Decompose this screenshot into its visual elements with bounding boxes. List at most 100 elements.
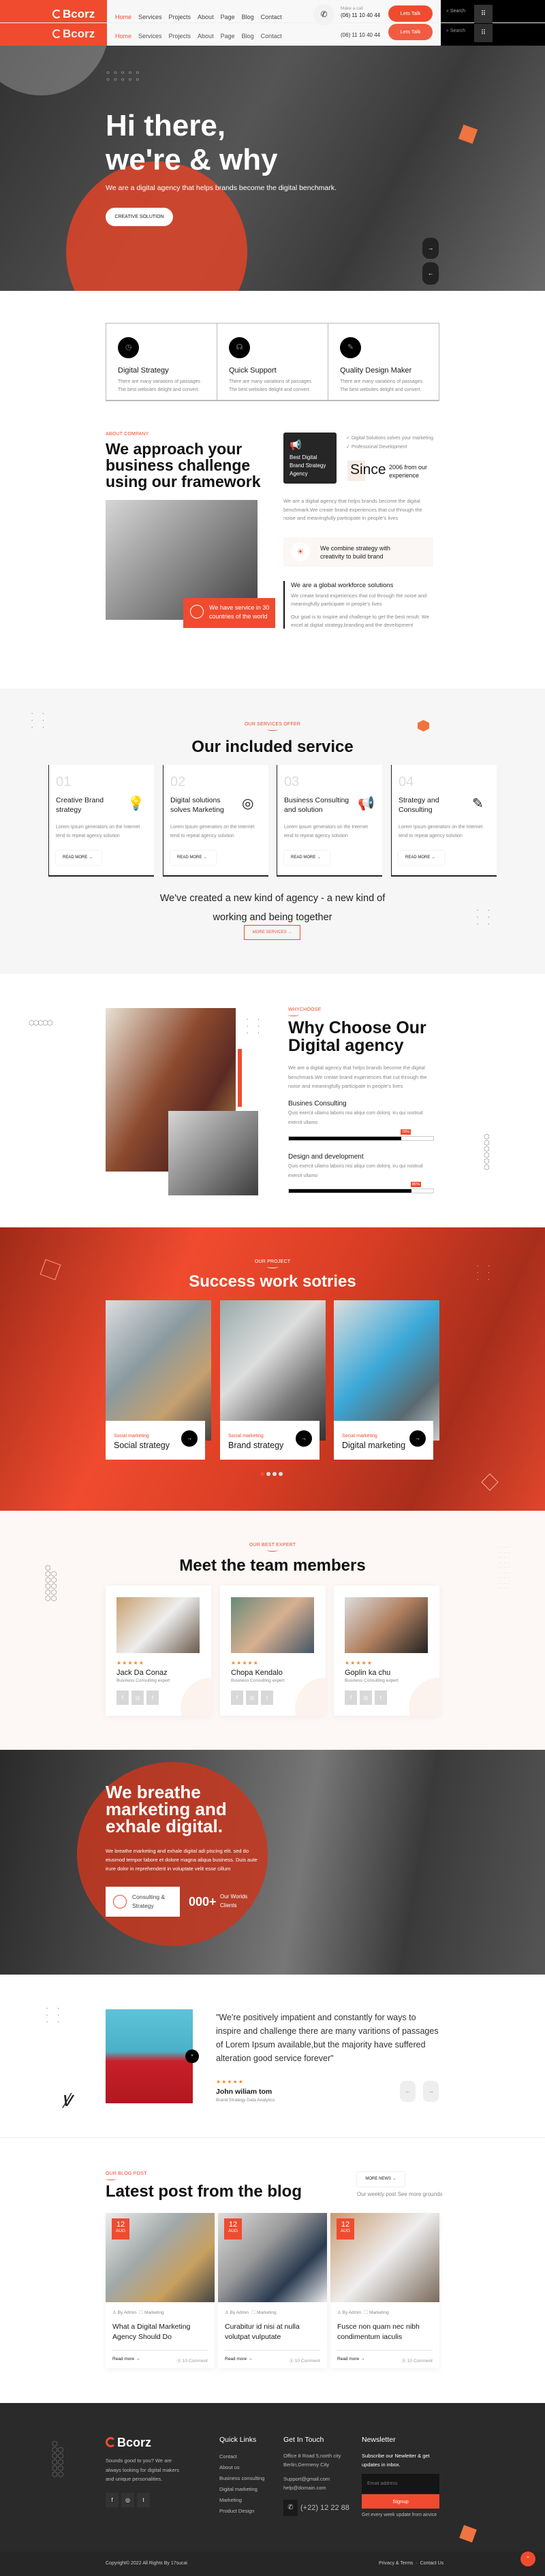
nav-page[interactable]: Page bbox=[221, 33, 235, 40]
read-more-button[interactable]: READ MORE → bbox=[284, 851, 330, 865]
blog-card: 12 AUG ♙ By Admin 🗀 Marketing What a Digi… bbox=[106, 2213, 215, 2368]
arrow-button[interactable]: → bbox=[181, 1430, 198, 1447]
phone-number[interactable]: (06) 11 10 40 44 bbox=[341, 32, 380, 38]
lets-talk-button[interactable]: Lets Talk bbox=[388, 5, 433, 22]
post-category[interactable]: Marketing bbox=[144, 2310, 164, 2315]
post-title[interactable]: Curabitur id nisi at nulla volutpat vulp… bbox=[225, 2322, 313, 2346]
footer-logo[interactable]: Bcorz bbox=[106, 2436, 151, 2450]
logo[interactable]: Bcorz bbox=[52, 27, 95, 41]
read-more-link[interactable]: Read more → bbox=[225, 2357, 252, 2363]
feature-card: ◷ Digital Strategy There are many variat… bbox=[106, 324, 217, 400]
nav-about[interactable]: About bbox=[198, 14, 214, 20]
slider-dot[interactable] bbox=[279, 1472, 283, 1476]
nav-projects[interactable]: Projects bbox=[169, 14, 191, 20]
footer-link[interactable]: Digital marketing bbox=[219, 2484, 264, 2495]
footer-link[interactable]: Product Design bbox=[219, 2506, 264, 2517]
contact-link[interactable]: Contact Us bbox=[420, 2561, 444, 2566]
project-card[interactable]: Social marketing Social strategy → bbox=[106, 1300, 211, 1460]
nav-home[interactable]: Home bbox=[115, 33, 131, 40]
blog-photo[interactable]: 12 AUG bbox=[218, 2213, 327, 2302]
nav-contact[interactable]: Contact bbox=[261, 33, 282, 40]
facebook-icon[interactable]: f bbox=[345, 1691, 357, 1705]
post-category[interactable]: Marketing bbox=[257, 2310, 277, 2315]
footer-link[interactable]: Marketing bbox=[219, 2495, 264, 2506]
skill-desc: Quis exercit ullamo laboris nisi aliqui … bbox=[288, 1111, 423, 1125]
footer-link[interactable]: About us bbox=[219, 2462, 264, 2473]
arrow-button[interactable]: → bbox=[409, 1430, 426, 1447]
slider-dot-active[interactable] bbox=[260, 1472, 264, 1476]
slider-dots bbox=[260, 1472, 283, 1476]
slider-dot[interactable] bbox=[266, 1472, 270, 1476]
grid-menu-button[interactable]: ⠿ bbox=[474, 24, 493, 42]
post-category[interactable]: Marketing bbox=[369, 2310, 389, 2315]
post-title[interactable]: Fusce non quam nec nibh condimentum iacu… bbox=[337, 2322, 426, 2346]
search-button[interactable]: ⌕ Search bbox=[446, 9, 465, 14]
footer-link[interactable]: Contact bbox=[219, 2451, 264, 2462]
arrow-right-icon: → bbox=[428, 2088, 434, 2094]
blog-photo[interactable]: 12 AUG bbox=[106, 2213, 215, 2302]
footer-phone[interactable]: (+22) 12 22 88 bbox=[300, 2504, 349, 2512]
testimonial-prev-button[interactable]: ← bbox=[400, 2081, 416, 2102]
nav-services[interactable]: Services bbox=[138, 14, 162, 20]
decor-signature: ꝟ bbox=[61, 2088, 72, 2111]
facebook-icon[interactable]: f bbox=[116, 1691, 129, 1705]
phone-icon: ✆ bbox=[283, 2500, 298, 2516]
nav-blog[interactable]: Blog bbox=[242, 14, 254, 20]
post-title[interactable]: What a Digital Marketing Agency Should D… bbox=[112, 2322, 201, 2346]
nav-about[interactable]: About bbox=[198, 33, 214, 40]
decor-orange-circle bbox=[66, 161, 247, 291]
lets-talk-button[interactable]: Lets Talk bbox=[388, 24, 433, 40]
testimonial-photo bbox=[106, 2009, 193, 2103]
phone-number[interactable]: (06) 11 10 40 44 bbox=[341, 12, 380, 18]
service-title: Creative Brand strategy bbox=[56, 796, 104, 814]
grid-menu-button[interactable]: ⠿ bbox=[474, 5, 493, 23]
slider-next-button[interactable]: → bbox=[422, 238, 439, 259]
logo[interactable]: Bcorz bbox=[52, 7, 95, 21]
twitter-icon[interactable]: t bbox=[146, 1691, 159, 1705]
more-services-button[interactable]: MORE SERVICES → bbox=[244, 925, 300, 940]
nav-blog[interactable]: Blog bbox=[242, 33, 254, 40]
facebook-icon[interactable]: f bbox=[106, 2493, 119, 2507]
arrow-button[interactable]: → bbox=[296, 1430, 312, 1447]
lightbulb-icon: 💡 bbox=[127, 796, 144, 811]
testimonial-next-button[interactable]: → bbox=[423, 2081, 439, 2102]
instagram-icon[interactable]: ◎ bbox=[360, 1691, 372, 1705]
twitter-icon[interactable]: t bbox=[261, 1691, 273, 1705]
email-link[interactable]: Support@gmail.com bbox=[283, 2475, 341, 2483]
nav-page[interactable]: Page bbox=[221, 14, 235, 20]
read-more-button[interactable]: READ MORE → bbox=[170, 851, 216, 865]
read-more-button[interactable]: READ MORE → bbox=[56, 851, 102, 865]
scroll-top-button[interactable]: ⌃ bbox=[520, 2551, 535, 2566]
slider-dot[interactable] bbox=[272, 1472, 277, 1476]
project-card[interactable]: Social marketing Digital marketing → bbox=[334, 1300, 439, 1460]
blog-body: ♙ By Admin 🗀 Marketing Fusce non quam ne… bbox=[330, 2302, 439, 2370]
footer-link[interactable]: Business consulting bbox=[219, 2473, 264, 2484]
email-input[interactable] bbox=[362, 2474, 439, 2494]
team-card: ★★★★★ Chopa Kendalo Business Consulting … bbox=[220, 1586, 326, 1716]
instagram-icon[interactable]: ◎ bbox=[131, 1691, 144, 1705]
facebook-icon[interactable]: f bbox=[231, 1691, 243, 1705]
creative-solution-button[interactable]: CREATIVE SOLUTION bbox=[106, 208, 173, 226]
nav-contact[interactable]: Contact bbox=[261, 14, 282, 20]
search-button[interactable]: ⌕ Search bbox=[446, 29, 465, 34]
blog-photo[interactable]: 12 AUG bbox=[330, 2213, 439, 2302]
nav-home[interactable]: Home bbox=[115, 14, 131, 20]
privacy-link[interactable]: Privacy & Terms bbox=[379, 2561, 413, 2566]
post-meta: ♙ By Admin 🗀 Marketing bbox=[337, 2309, 433, 2317]
signup-button[interactable]: Signup bbox=[362, 2494, 439, 2509]
read-more-button[interactable]: READ MORE → bbox=[399, 851, 444, 865]
email-link[interactable]: help@domain.com bbox=[283, 2483, 341, 2492]
twitter-icon[interactable]: t bbox=[375, 1691, 387, 1705]
instagram-icon[interactable]: ◎ bbox=[121, 2493, 134, 2507]
read-more-link[interactable]: Read more → bbox=[337, 2357, 364, 2363]
project-card[interactable]: Social marketing Brand strategy → bbox=[220, 1300, 326, 1460]
nav-projects[interactable]: Projects bbox=[169, 33, 191, 40]
read-more-link[interactable]: Read more → bbox=[112, 2357, 140, 2363]
rating-stars: ★★★★★ bbox=[216, 2079, 244, 2085]
slider-prev-button[interactable]: ← bbox=[422, 262, 439, 285]
twitter-icon[interactable]: t bbox=[137, 2493, 150, 2507]
breathe-section: We breathe marketing and exhale digital.… bbox=[0, 1750, 545, 1975]
more-news-button[interactable]: MORE NEWS → bbox=[357, 2172, 405, 2186]
nav-services[interactable]: Services bbox=[138, 33, 162, 40]
instagram-icon[interactable]: ◎ bbox=[246, 1691, 258, 1705]
